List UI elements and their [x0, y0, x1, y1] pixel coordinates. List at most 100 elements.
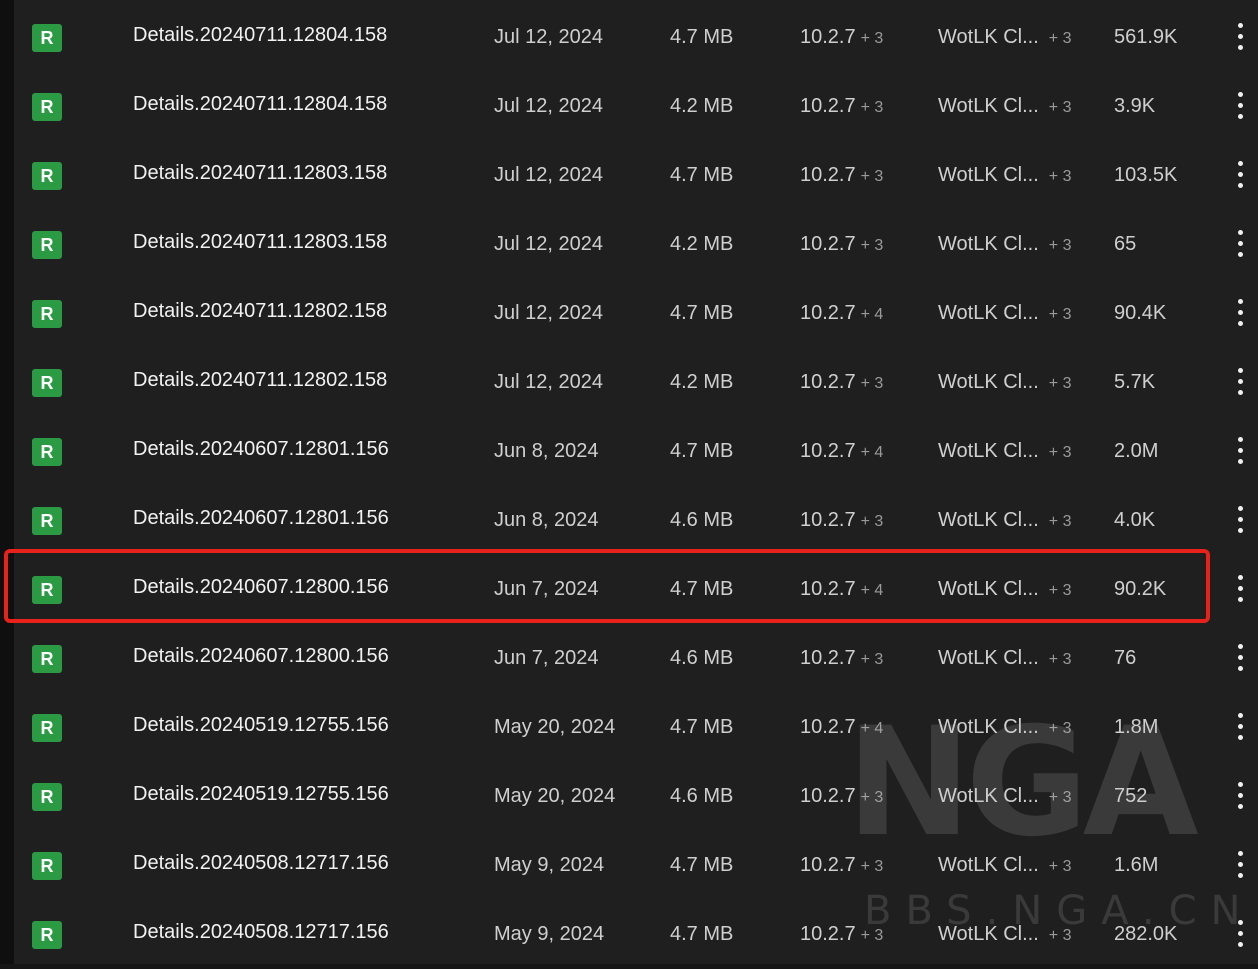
- file-name-link[interactable]: Details.20240711.12803.158: [133, 230, 387, 254]
- file-name-link[interactable]: Details.20240508.12717.156: [133, 851, 389, 875]
- file-row[interactable]: R Details.20240508.12717.156 May 9, 2024 4.…: [14, 900, 1258, 969]
- kebab-menu-icon[interactable]: [1232, 230, 1248, 258]
- kebab-menu-icon[interactable]: [1232, 851, 1248, 879]
- file-row-highlighted[interactable]: R Details.20240607.12800.156 Jun 7, 2024 4.…: [14, 555, 1258, 624]
- kebab-menu-icon[interactable]: [1232, 23, 1248, 51]
- file-name-link[interactable]: Details.20240508.12717.156: [133, 920, 389, 944]
- kebab-menu-icon[interactable]: [1232, 161, 1248, 189]
- file-row[interactable]: R Details.20240607.12801.156 Jun 8, 2024 4.…: [14, 486, 1258, 555]
- kebab-menu-icon[interactable]: [1232, 299, 1248, 327]
- game-version-more[interactable]: + 3: [861, 651, 884, 668]
- kebab-menu-icon[interactable]: [1232, 920, 1248, 948]
- release-type-badge: R: [32, 369, 62, 397]
- upload-date: Jun 8, 2024: [494, 509, 599, 531]
- file-list: R Details.20240711.12804.158 Jul 12, 2024 4…: [14, 0, 1258, 964]
- game-version-more[interactable]: + 3: [861, 168, 884, 185]
- file-size: 4.6 MB: [670, 647, 734, 669]
- kebab-menu-icon[interactable]: [1232, 575, 1248, 603]
- kebab-menu-icon[interactable]: [1232, 92, 1248, 120]
- game-version-more[interactable]: + 3: [861, 858, 884, 875]
- file-row[interactable]: R Details.20240711.12802.158 Jul 12, 2024 4…: [14, 279, 1258, 348]
- game-flavor-more[interactable]: + 3: [1049, 927, 1072, 944]
- game-version-more[interactable]: + 3: [861, 927, 884, 944]
- game-version-more[interactable]: + 4: [861, 720, 884, 737]
- file-name-link[interactable]: Details.20240607.12801.156: [133, 437, 389, 461]
- game-version-more[interactable]: + 3: [861, 789, 884, 806]
- release-type-badge: R: [32, 714, 62, 742]
- game-version: 10.2.7 + 3: [800, 922, 883, 948]
- game-flavor: WotLK Cl... + 3: [938, 163, 1082, 189]
- file-row[interactable]: R Details.20240711.12804.158 Jul 12, 2024 4…: [14, 3, 1258, 72]
- game-version-more[interactable]: + 3: [861, 375, 884, 392]
- file-name-link[interactable]: Details.20240711.12802.158: [133, 299, 387, 323]
- file-row[interactable]: R Details.20240711.12803.158 Jul 12, 2024 4…: [14, 141, 1258, 210]
- file-row[interactable]: R Details.20240508.12717.156 May 9, 2024 4.…: [14, 831, 1258, 900]
- game-flavor-more[interactable]: + 3: [1049, 582, 1072, 599]
- game-flavor: WotLK Cl... + 3: [938, 646, 1082, 672]
- download-count: 65: [1114, 233, 1137, 255]
- file-name-link[interactable]: Details.20240607.12800.156: [133, 644, 389, 668]
- download-count: 752: [1114, 785, 1148, 807]
- game-version-more[interactable]: + 4: [861, 306, 884, 323]
- game-flavor-value: WotLK Cl...: [938, 164, 1039, 186]
- game-flavor-more[interactable]: + 3: [1049, 237, 1072, 254]
- game-version: 10.2.7 + 3: [800, 508, 883, 534]
- upload-date: Jun 8, 2024: [494, 440, 599, 462]
- file-row[interactable]: R Details.20240607.12800.156 Jun 7, 2024 4.…: [14, 624, 1258, 693]
- kebab-menu-icon[interactable]: [1232, 782, 1248, 810]
- file-row[interactable]: R Details.20240519.12755.156 May 20, 2024 4…: [14, 762, 1258, 831]
- game-flavor-more[interactable]: + 3: [1049, 444, 1072, 461]
- file-name-link[interactable]: Details.20240711.12803.158: [133, 161, 387, 185]
- upload-date: Jul 12, 2024: [494, 26, 603, 48]
- file-row[interactable]: R Details.20240519.12755.156 May 20, 2024 4…: [14, 693, 1258, 762]
- game-flavor-value: WotLK Cl...: [938, 26, 1039, 48]
- game-flavor-more[interactable]: + 3: [1049, 858, 1072, 875]
- file-row[interactable]: R Details.20240711.12803.158 Jul 12, 2024 4…: [14, 210, 1258, 279]
- release-type-badge: R: [32, 921, 62, 949]
- game-flavor: WotLK Cl... + 3: [938, 25, 1082, 51]
- file-row[interactable]: R Details.20240711.12804.158 Jul 12, 2024 4…: [14, 72, 1258, 141]
- game-version-more[interactable]: + 3: [861, 99, 884, 116]
- file-name-link[interactable]: Details.20240519.12755.156: [133, 713, 389, 737]
- kebab-menu-icon[interactable]: [1232, 506, 1248, 534]
- file-row[interactable]: R Details.20240607.12801.156 Jun 8, 2024 4.…: [14, 417, 1258, 486]
- game-version-more[interactable]: + 3: [861, 30, 884, 47]
- game-flavor-more[interactable]: + 3: [1049, 720, 1072, 737]
- file-row[interactable]: R Details.20240711.12802.158 Jul 12, 2024 4…: [14, 348, 1258, 417]
- file-size: 4.7 MB: [670, 578, 734, 600]
- game-flavor-more[interactable]: + 3: [1049, 513, 1072, 530]
- upload-date: Jul 12, 2024: [494, 95, 603, 117]
- game-flavor-more[interactable]: + 3: [1049, 789, 1072, 806]
- game-flavor-more[interactable]: + 3: [1049, 375, 1072, 392]
- game-version-more[interactable]: + 4: [861, 444, 884, 461]
- file-name-link[interactable]: Details.20240711.12804.158: [133, 92, 387, 116]
- game-flavor-more[interactable]: + 3: [1049, 306, 1072, 323]
- game-version-more[interactable]: + 4: [861, 582, 884, 599]
- download-count: 103.5K: [1114, 164, 1178, 186]
- kebab-menu-icon[interactable]: [1232, 437, 1248, 465]
- game-version: 10.2.7 + 4: [800, 577, 883, 603]
- game-version-more[interactable]: + 3: [861, 513, 884, 530]
- file-name-link[interactable]: Details.20240607.12801.156: [133, 506, 389, 530]
- game-version-more[interactable]: + 3: [861, 237, 884, 254]
- game-version: 10.2.7 + 3: [800, 370, 883, 396]
- game-flavor-more[interactable]: + 3: [1049, 168, 1072, 185]
- file-name-link[interactable]: Details.20240519.12755.156: [133, 782, 389, 806]
- upload-date: Jun 7, 2024: [494, 578, 599, 600]
- release-type-badge: R: [32, 93, 62, 121]
- kebab-menu-icon[interactable]: [1232, 713, 1248, 741]
- kebab-menu-icon[interactable]: [1232, 368, 1248, 396]
- game-flavor-more[interactable]: + 3: [1049, 99, 1072, 116]
- file-name-link[interactable]: Details.20240711.12804.158: [133, 23, 387, 47]
- file-size: 4.7 MB: [670, 854, 734, 876]
- release-type-badge: R: [32, 300, 62, 328]
- file-name-link[interactable]: Details.20240711.12802.158: [133, 368, 387, 392]
- file-name-link[interactable]: Details.20240607.12800.156: [133, 575, 389, 599]
- download-count: 4.0K: [1114, 509, 1156, 531]
- release-type-badge: R: [32, 576, 62, 604]
- game-version: 10.2.7 + 3: [800, 94, 883, 120]
- kebab-menu-icon[interactable]: [1232, 644, 1248, 672]
- upload-date: May 20, 2024: [494, 716, 616, 738]
- game-flavor-more[interactable]: + 3: [1049, 651, 1072, 668]
- game-flavor-more[interactable]: + 3: [1049, 30, 1072, 47]
